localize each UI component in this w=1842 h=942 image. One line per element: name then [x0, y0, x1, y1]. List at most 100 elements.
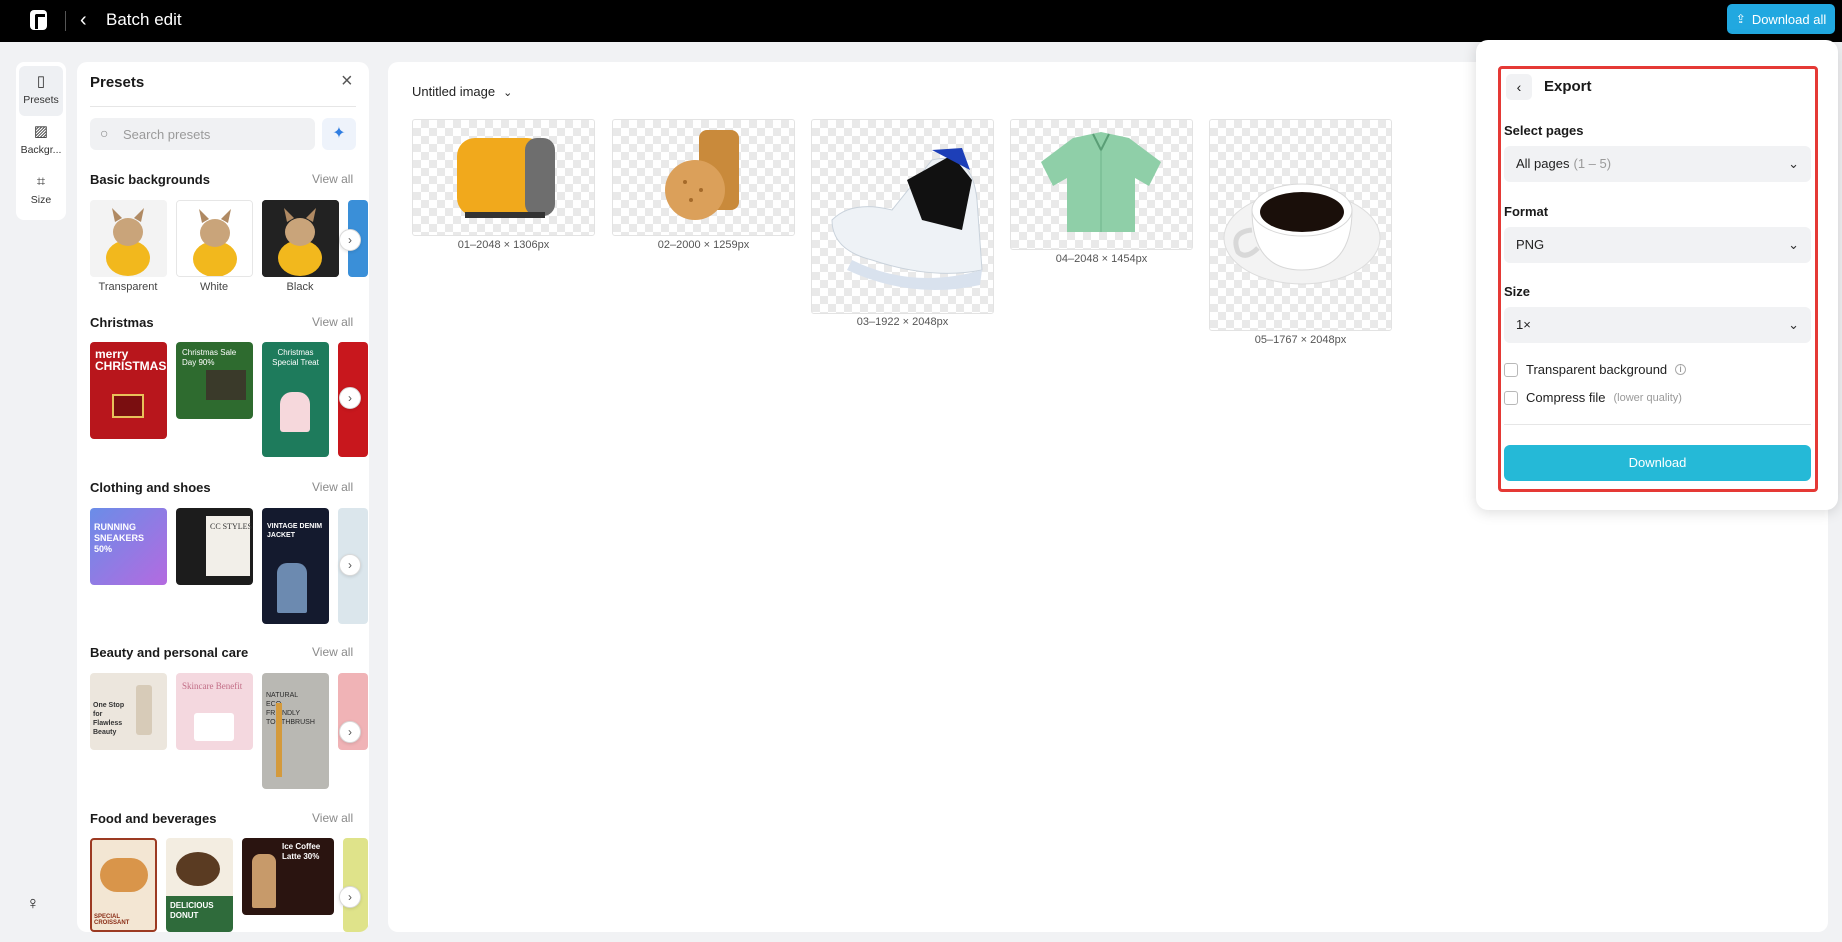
preset-label: White: [199, 281, 229, 293]
close-icon[interactable]: ×: [341, 71, 353, 91]
download-button[interactable]: Download: [1504, 445, 1811, 481]
photo-shape: [206, 370, 246, 400]
scroll-right-icon[interactable]: ›: [339, 387, 361, 409]
rail-item-label: Presets: [23, 94, 59, 106]
template-thumb[interactable]: SPECIAL CROISSANT: [90, 838, 157, 932]
template-thumb[interactable]: Christmas Special Treat: [262, 342, 329, 457]
compress-file-hint: (lower quality): [1613, 391, 1682, 404]
rail-item-size[interactable]: ⌗ Size: [19, 166, 63, 216]
presets-icon: ▯: [36, 73, 46, 90]
info-icon[interactable]: i: [1675, 364, 1687, 375]
preset-black[interactable]: [262, 200, 339, 277]
chevron-down-icon: ⌄: [1788, 237, 1799, 252]
template-thumb[interactable]: Skincare Benefit: [176, 673, 253, 750]
template-thumb-text: SPECIAL CROISSANT: [94, 914, 130, 926]
search-input[interactable]: [90, 118, 315, 150]
pages-range: (1 – 5): [1573, 156, 1612, 171]
donut-shape: [176, 852, 220, 886]
search-icon: ○: [100, 125, 109, 141]
view-all-link[interactable]: View all: [312, 480, 353, 494]
bottle-shape: [136, 685, 152, 735]
image-card-coffee-cup[interactable]: [1209, 119, 1392, 331]
back-chevron-icon[interactable]: ‹: [80, 10, 87, 30]
scroll-right-icon[interactable]: ›: [339, 886, 361, 908]
crop-icon: ⌗: [36, 173, 46, 190]
transparent-background-checkbox[interactable]: [1504, 362, 1518, 377]
sneaker-image: [831, 148, 983, 290]
toaster-image: [457, 138, 555, 218]
export-title: Export: [1544, 78, 1592, 95]
image-card-cookies[interactable]: [612, 119, 795, 236]
rail-item-backgrounds[interactable]: ▨ Backgr...: [19, 116, 63, 166]
size-value: 1×: [1516, 317, 1531, 332]
template-thumb-text: NATURAL ECO FRIENDLY TOOTHBRUSH: [266, 692, 315, 726]
template-thumb[interactable]: VINTAGE DENIM JACKET: [262, 508, 329, 624]
rail-item-presets[interactable]: ▯ Presets: [19, 66, 63, 116]
preset-transparent[interactable]: [90, 200, 167, 277]
top-bar: ‹ Batch edit ⇪ Download all: [0, 0, 1842, 42]
template-thumb[interactable]: NATURAL ECO FRIENDLY TOOTHBRUSH: [262, 673, 329, 789]
image-card-toaster[interactable]: [412, 119, 595, 236]
preset-label: Black: [286, 281, 314, 293]
view-all-link[interactable]: View all: [312, 811, 353, 825]
preset-white[interactable]: [176, 200, 253, 277]
chevron-down-icon: ⌄: [503, 87, 513, 99]
scroll-right-icon[interactable]: ›: [339, 229, 361, 251]
pages-value: All pages: [1516, 156, 1570, 171]
image-caption: 04–2048 × 1454px: [1055, 253, 1148, 265]
template-thumb[interactable]: CC STYLES: [176, 508, 253, 585]
image-card-shirt[interactable]: [1010, 119, 1193, 250]
document-title: Untitled image: [412, 84, 496, 99]
croissant-shape: [100, 858, 148, 892]
document-title-dropdown[interactable]: Untitled image ⌄: [412, 84, 512, 99]
back-chevron-icon[interactable]: ‹: [1506, 74, 1532, 100]
size-select[interactable]: 1× ⌄: [1504, 307, 1811, 343]
view-all-link[interactable]: View all: [312, 315, 353, 329]
template-thumb-text: VINTAGE DENIM JACKET: [267, 523, 323, 539]
section-title-food: Food and beverages: [90, 811, 217, 826]
template-thumb-text: RUNNING SNEAKERS 50%: [94, 522, 145, 554]
template-thumb[interactable]: merry CHRISTMAS: [90, 342, 167, 439]
upload-icon: ⇪: [1735, 12, 1746, 26]
compress-file-option[interactable]: Compress file (lower quality): [1504, 390, 1682, 405]
image-caption: 02–2000 × 1259px: [657, 239, 750, 251]
template-thumb-text: CC STYLES: [210, 522, 253, 531]
ai-sparkle-button[interactable]: ✦: [322, 118, 356, 150]
chevron-down-icon: ⌄: [1788, 156, 1799, 171]
toothbrush-shape: [276, 703, 282, 777]
template-thumb[interactable]: RUNNING SNEAKERS 50%: [90, 508, 167, 585]
background-icon: ▨: [33, 123, 49, 140]
transparent-background-option[interactable]: Transparent background i: [1504, 362, 1687, 377]
divider: [65, 11, 66, 31]
image-card-sneaker[interactable]: [811, 119, 994, 314]
view-all-link[interactable]: View all: [312, 645, 353, 659]
format-select[interactable]: PNG ⌄: [1504, 227, 1811, 263]
presets-panel: Presets × ○ ✦ Basic backgrounds View all…: [77, 62, 369, 932]
scroll-right-icon[interactable]: ›: [339, 554, 361, 576]
section-title-clothing-shoes: Clothing and shoes: [90, 480, 211, 495]
gift-shape: [112, 394, 144, 418]
export-panel: ‹ Export Select pages All pages (1 – 5) ⌄…: [1476, 40, 1838, 510]
preset-label: Transparent: [98, 281, 158, 293]
compress-file-checkbox[interactable]: [1504, 390, 1518, 405]
image-caption: 05–1767 × 2048px: [1254, 334, 1347, 346]
pages-select[interactable]: All pages (1 – 5) ⌄: [1504, 146, 1811, 182]
image-caption: 03–1922 × 2048px: [856, 316, 949, 328]
presets-title: Presets: [90, 74, 145, 91]
template-thumb[interactable]: One Stop for Flawless Beauty: [90, 673, 167, 750]
download-all-button[interactable]: ⇪ Download all: [1727, 4, 1835, 34]
app-logo-icon[interactable]: [30, 10, 47, 30]
scroll-right-icon[interactable]: ›: [339, 721, 361, 743]
template-thumb[interactable]: Christmas Sale Day 90%: [176, 342, 253, 419]
view-all-link[interactable]: View all: [312, 172, 353, 186]
template-thumb-text: DELICIOUS DONUT: [166, 896, 233, 932]
template-thumb[interactable]: DELICIOUS DONUT: [166, 838, 233, 932]
lightbulb-icon[interactable]: ♀: [22, 893, 44, 915]
template-thumb[interactable]: Ice Coffee Latte 30%: [242, 838, 334, 915]
cupcake-shape: [280, 392, 310, 432]
left-rail: ▯ Presets ▨ Backgr... ⌗ Size: [16, 62, 66, 220]
transparent-background-label: Transparent background: [1526, 362, 1668, 377]
section-title-beauty: Beauty and personal care: [90, 645, 249, 660]
template-thumb[interactable]: [343, 838, 368, 932]
compress-file-label: Compress file: [1526, 390, 1606, 405]
